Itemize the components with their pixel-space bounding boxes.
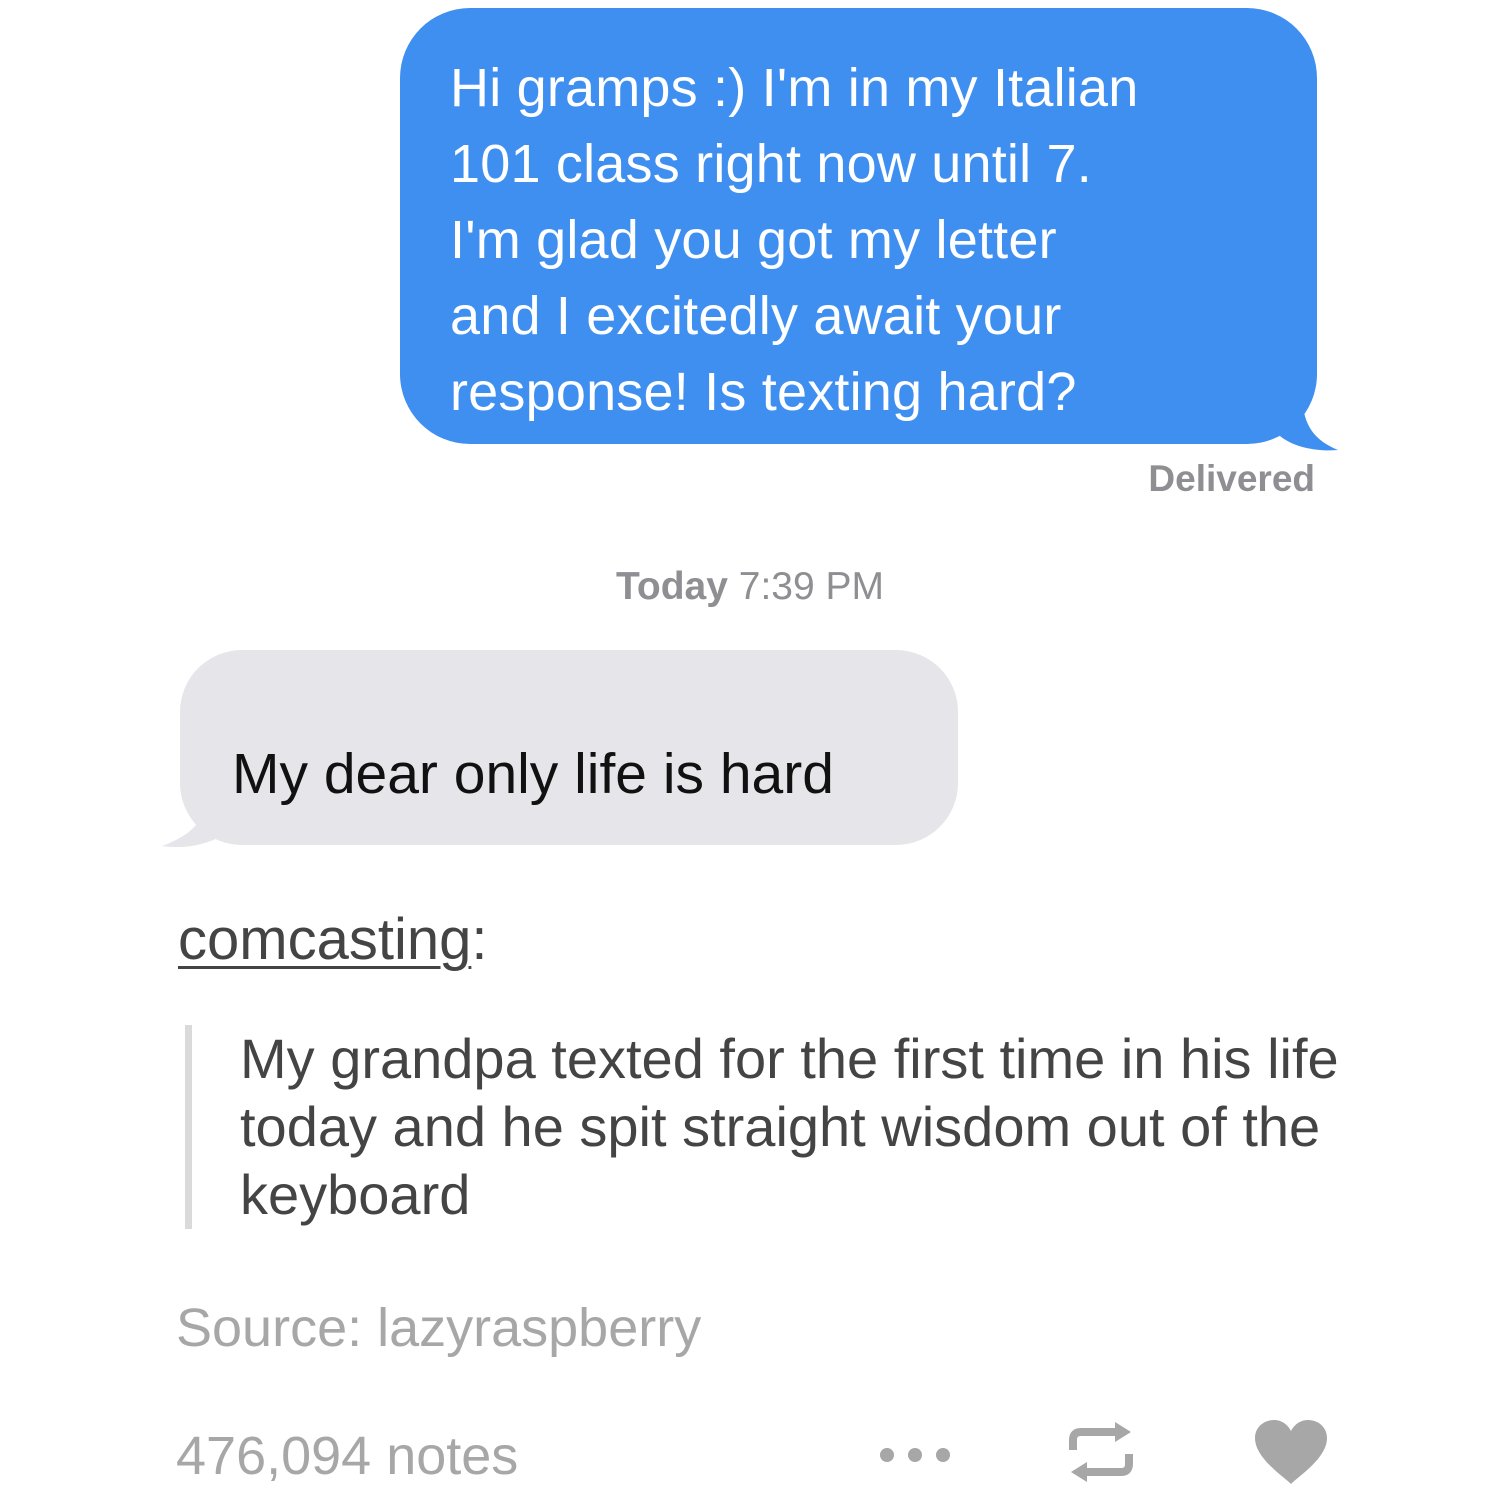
- post-author: comcasting:: [178, 905, 487, 975]
- message-timestamp: Today 7:39 PM: [0, 565, 1500, 609]
- sent-message-line: 101 class right now until 7.: [450, 134, 1092, 194]
- sent-message-line: and I excitedly await your: [450, 286, 1062, 346]
- more-options-icon[interactable]: [875, 1440, 955, 1470]
- source-label: Source:: [176, 1298, 378, 1358]
- post-source: Source: lazyraspberry: [176, 1297, 701, 1359]
- post-quote: My grandpa texted for the first time in …: [185, 1025, 1345, 1229]
- reblog-icon[interactable]: [1065, 1420, 1137, 1484]
- sent-message-line: response! Is texting hard?: [450, 362, 1077, 422]
- sent-message: Hi gramps :) I'm in my Italian 101 class…: [400, 8, 1340, 451]
- received-message: My dear only life is hard: [160, 650, 960, 850]
- sent-message-bubble: Hi gramps :) I'm in my Italian 101 class…: [400, 8, 1317, 444]
- timestamp-time: 7:39 PM: [738, 565, 885, 608]
- delivery-status: Delivered: [1148, 458, 1315, 499]
- source-link[interactable]: lazyraspberry: [377, 1298, 701, 1358]
- author-username-link[interactable]: comcasting: [178, 907, 471, 972]
- timestamp-day: Today: [615, 565, 728, 608]
- sent-message-line: Hi gramps :) I'm in my Italian: [450, 58, 1139, 118]
- author-colon: :: [471, 907, 488, 972]
- notes-count[interactable]: 476,094 notes: [176, 1425, 518, 1487]
- received-message-bubble: My dear only life is hard: [180, 650, 958, 845]
- heart-icon[interactable]: [1253, 1418, 1329, 1486]
- sent-message-line: I'm glad you got my letter: [450, 210, 1057, 270]
